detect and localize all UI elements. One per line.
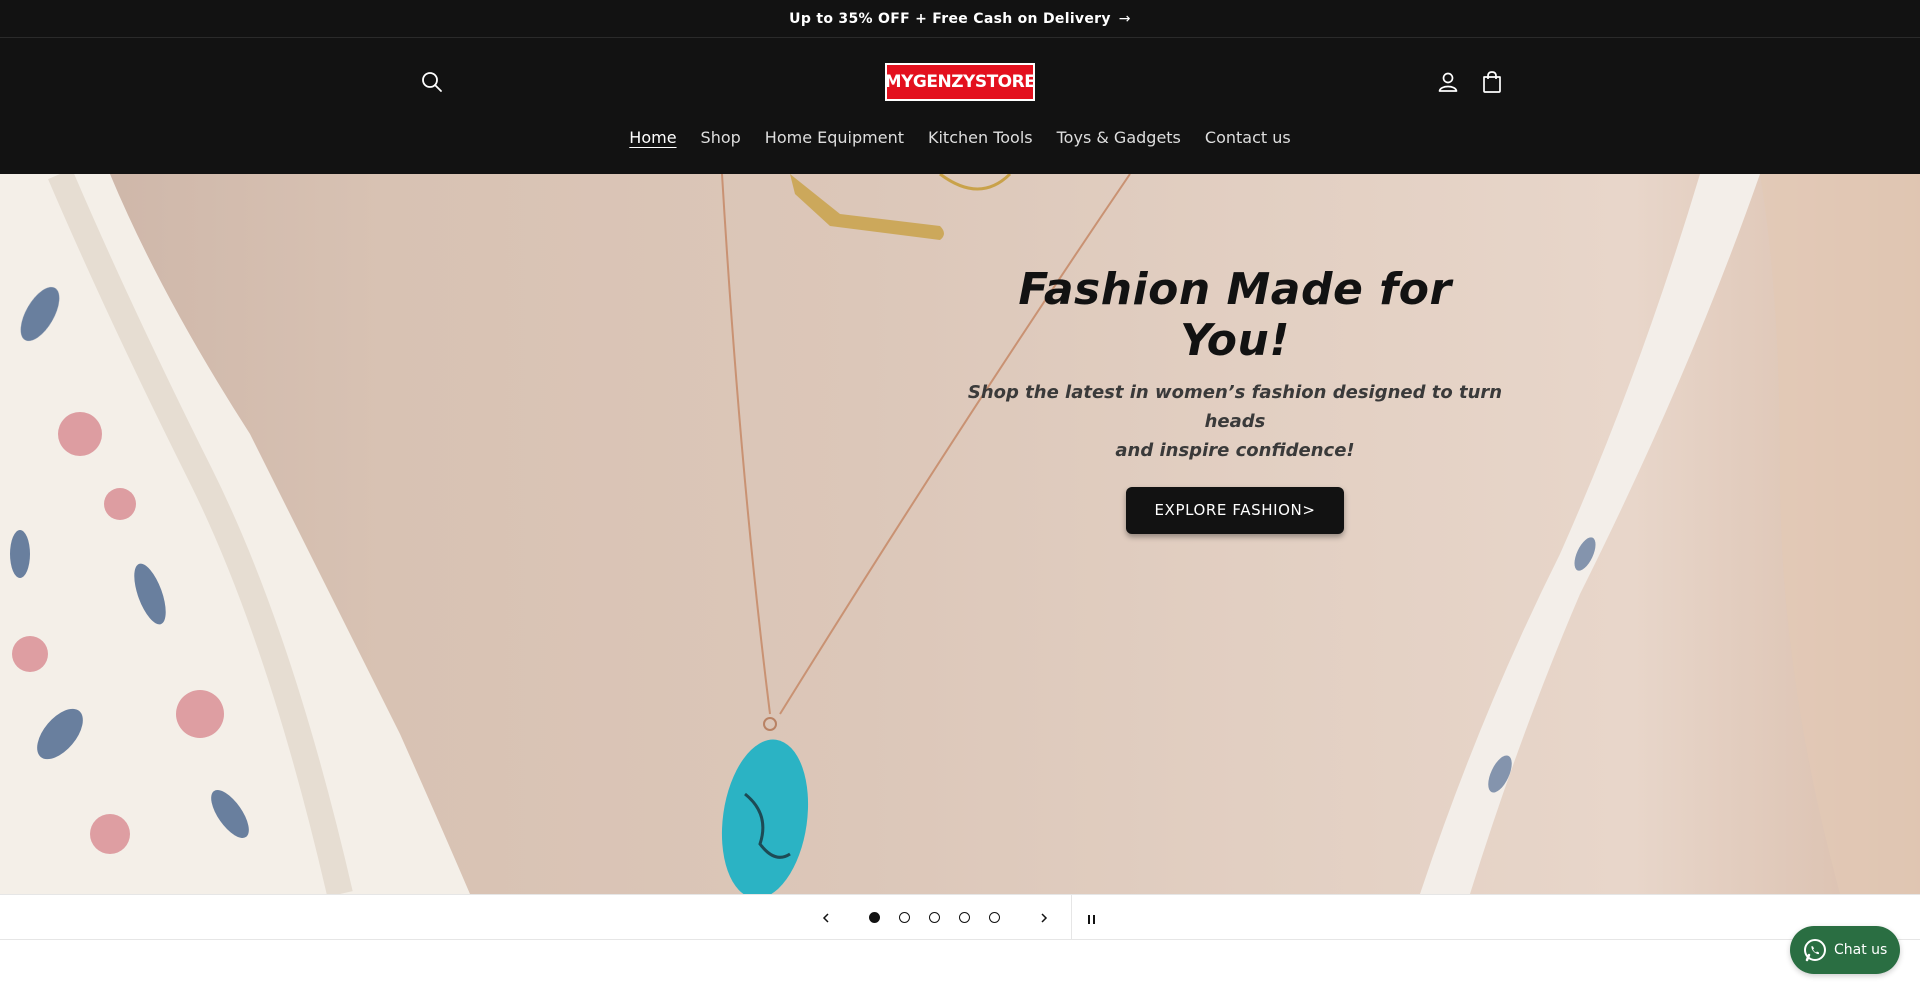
account-icon (1438, 72, 1458, 92)
search-button[interactable] (418, 68, 446, 96)
logo-text: MYGENZYSTORE (884, 72, 1036, 92)
slide-dot-3[interactable] (929, 912, 940, 923)
main-navigation: Home Shop Home Equipment Kitchen Tools T… (0, 128, 1920, 147)
next-slide-button[interactable] (1034, 908, 1054, 928)
nav-item-contact-us[interactable]: Contact us (1205, 128, 1291, 147)
chat-us-label: Chat us (1834, 942, 1888, 958)
slide-dot-5[interactable] (989, 912, 1000, 923)
hero-subtitle-line-2: and inspire confidence! (1115, 440, 1355, 461)
hero-subtitle: Shop the latest in women’s fashion desig… (960, 378, 1510, 465)
pause-slideshow-button[interactable] (1081, 908, 1101, 928)
slider-divider (1071, 895, 1072, 940)
whatsapp-icon (1804, 939, 1826, 962)
slide-dot-4[interactable] (959, 912, 970, 923)
site-header: MYGENZYSTORE Home Shop Home Equipment Ki… (0, 38, 1920, 174)
account-button[interactable] (1434, 68, 1462, 96)
chevron-right-icon (1041, 913, 1048, 923)
nav-item-home-equipment[interactable]: Home Equipment (765, 128, 904, 147)
pause-icon (1086, 909, 1096, 928)
cart-button[interactable] (1478, 68, 1506, 96)
chat-us-button[interactable]: Chat us (1790, 926, 1900, 974)
slide-dot-1[interactable] (869, 912, 880, 923)
chevron-left-icon (822, 913, 829, 923)
hero-banner: Fashion Made for You! Shop the latest in… (0, 174, 1920, 894)
announcement-bar[interactable]: Up to 35% OFF + Free Cash on Delivery → (0, 0, 1920, 38)
hero-subtitle-line-1: Shop the latest in women’s fashion desig… (967, 382, 1503, 432)
cart-icon (1483, 71, 1501, 93)
arrow-right-icon: → (1118, 10, 1131, 27)
nav-item-toys-gadgets[interactable]: Toys & Gadgets (1057, 128, 1181, 147)
previous-slide-button[interactable] (816, 908, 836, 928)
search-icon (422, 72, 442, 92)
nav-item-home[interactable]: Home (629, 128, 676, 147)
nav-item-kitchen-tools[interactable]: Kitchen Tools (928, 128, 1033, 147)
slide-dot-2[interactable] (899, 912, 910, 923)
hero-title: Fashion Made for You! (1018, 264, 1452, 366)
slider-controls (0, 894, 1920, 940)
nav-item-shop[interactable]: Shop (701, 128, 741, 147)
announcement-text: Up to 35% OFF + Free Cash on Delivery (789, 10, 1111, 27)
store-logo[interactable]: MYGENZYSTORE (884, 63, 1036, 101)
explore-fashion-button[interactable]: EXPLORE FASHION> (1126, 487, 1344, 534)
hero-content: Fashion Made for You! Shop the latest in… (960, 264, 1510, 534)
